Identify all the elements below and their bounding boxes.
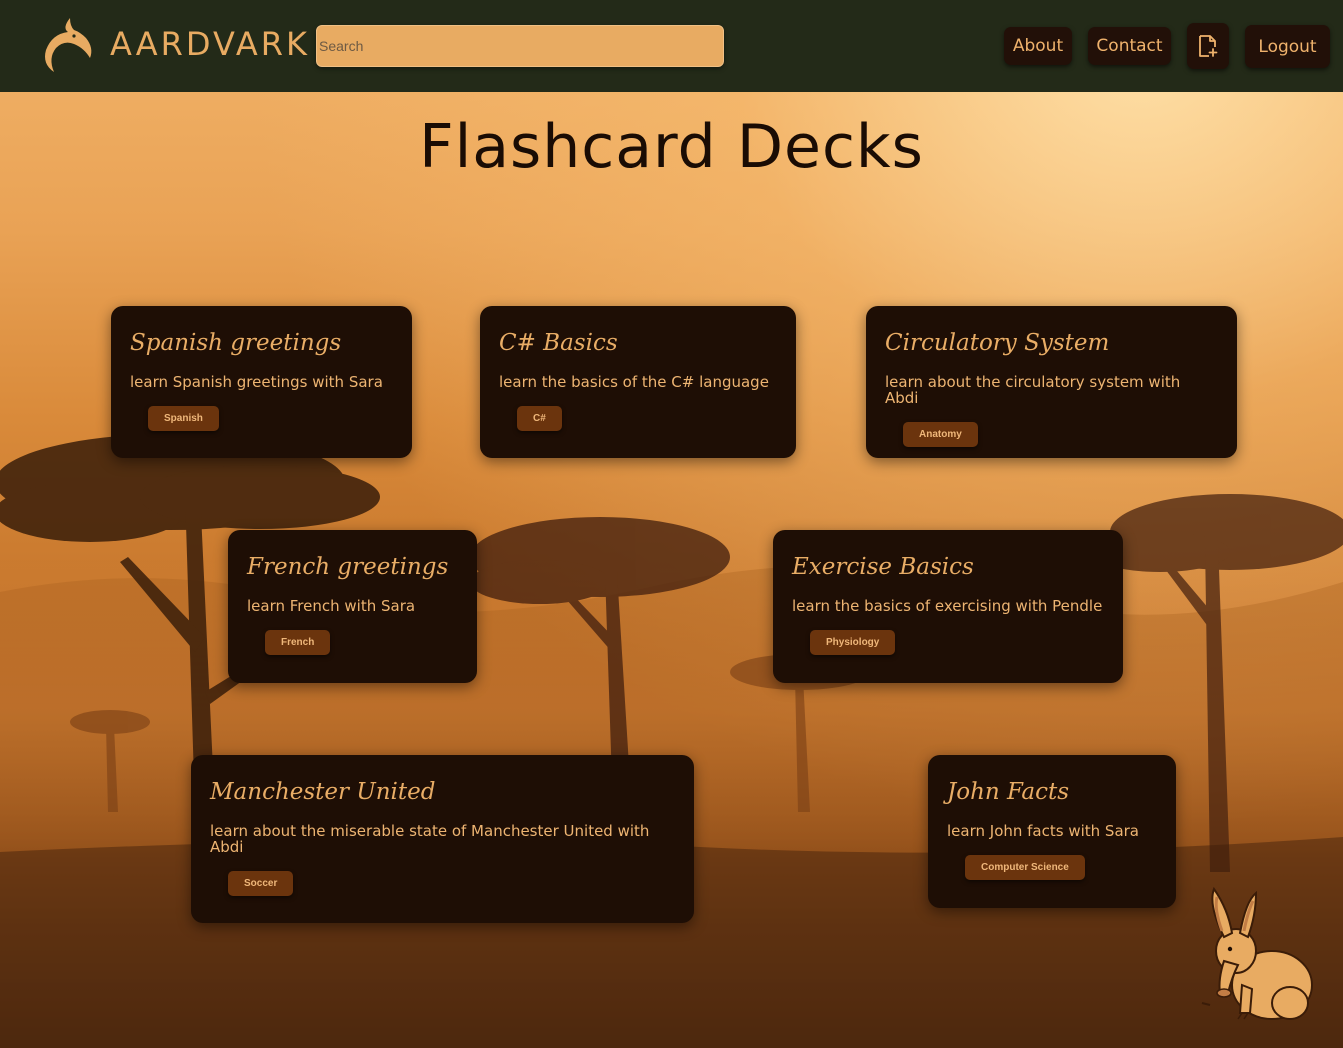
deck-title: Manchester United	[210, 779, 436, 805]
deck-tag[interactable]: Soccer	[228, 871, 294, 896]
deck-card[interactable]: John Facts learn John facts with Sara Co…	[928, 755, 1176, 908]
deck-description: learn the basics of the C# language	[499, 373, 769, 391]
deck-card[interactable]: French greetings learn French with Sara …	[228, 530, 477, 683]
navbar: AARDVARK About Contact Logout	[0, 0, 1343, 92]
deck-description: learn French with Sara	[247, 597, 416, 615]
deck-title: Circulatory System	[885, 330, 1110, 356]
about-button[interactable]: About	[1004, 27, 1072, 65]
deck-title: French greetings	[247, 554, 449, 580]
deck-title: John Facts	[947, 779, 1070, 805]
deck-description: learn about the miserable state of Manch…	[210, 822, 650, 856]
deck-card[interactable]: Manchester United learn about the misera…	[191, 755, 694, 923]
deck-title: C# Basics	[499, 330, 618, 356]
deck-description: learn about the circulatory system with …	[885, 373, 1181, 407]
deck-card[interactable]: Exercise Basics learn the basics of exer…	[773, 530, 1123, 683]
deck-title: Spanish greetings	[130, 330, 342, 356]
aardvark-mascot	[1201, 886, 1313, 1020]
new-file-icon	[1199, 35, 1218, 57]
new-deck-button[interactable]	[1187, 23, 1229, 69]
brand[interactable]: AARDVARK	[40, 14, 310, 74]
deck-card[interactable]: C# Basics learn the basics of the C# lan…	[480, 306, 796, 458]
deck-description: learn Spanish greetings with Sara	[130, 373, 383, 391]
deck-description: learn the basics of exercising with Pend…	[792, 597, 1103, 615]
deck-description: learn John facts with Sara	[947, 822, 1139, 840]
deck-tag[interactable]: Spanish	[148, 406, 219, 431]
contact-button[interactable]: Contact	[1088, 27, 1171, 65]
aardvark-logo-icon	[45, 18, 92, 72]
deck-tag[interactable]: Anatomy	[903, 422, 978, 447]
deck-card[interactable]: Circulatory System learn about the circu…	[866, 306, 1237, 458]
deck-tag[interactable]: Computer Science	[965, 855, 1085, 880]
deck-tag[interactable]: Physiology	[810, 630, 896, 655]
search-input[interactable]	[316, 25, 724, 67]
logout-button[interactable]: Logout	[1245, 25, 1330, 68]
deck-title: Exercise Basics	[792, 554, 974, 580]
deck-tag[interactable]: French	[265, 630, 331, 655]
deck-card[interactable]: Spanish greetings learn Spanish greeting…	[111, 306, 412, 458]
deck-tag[interactable]: C#	[517, 406, 562, 431]
brand-name: AARDVARK	[110, 25, 310, 63]
page-title: Flashcard Decks	[419, 112, 924, 182]
